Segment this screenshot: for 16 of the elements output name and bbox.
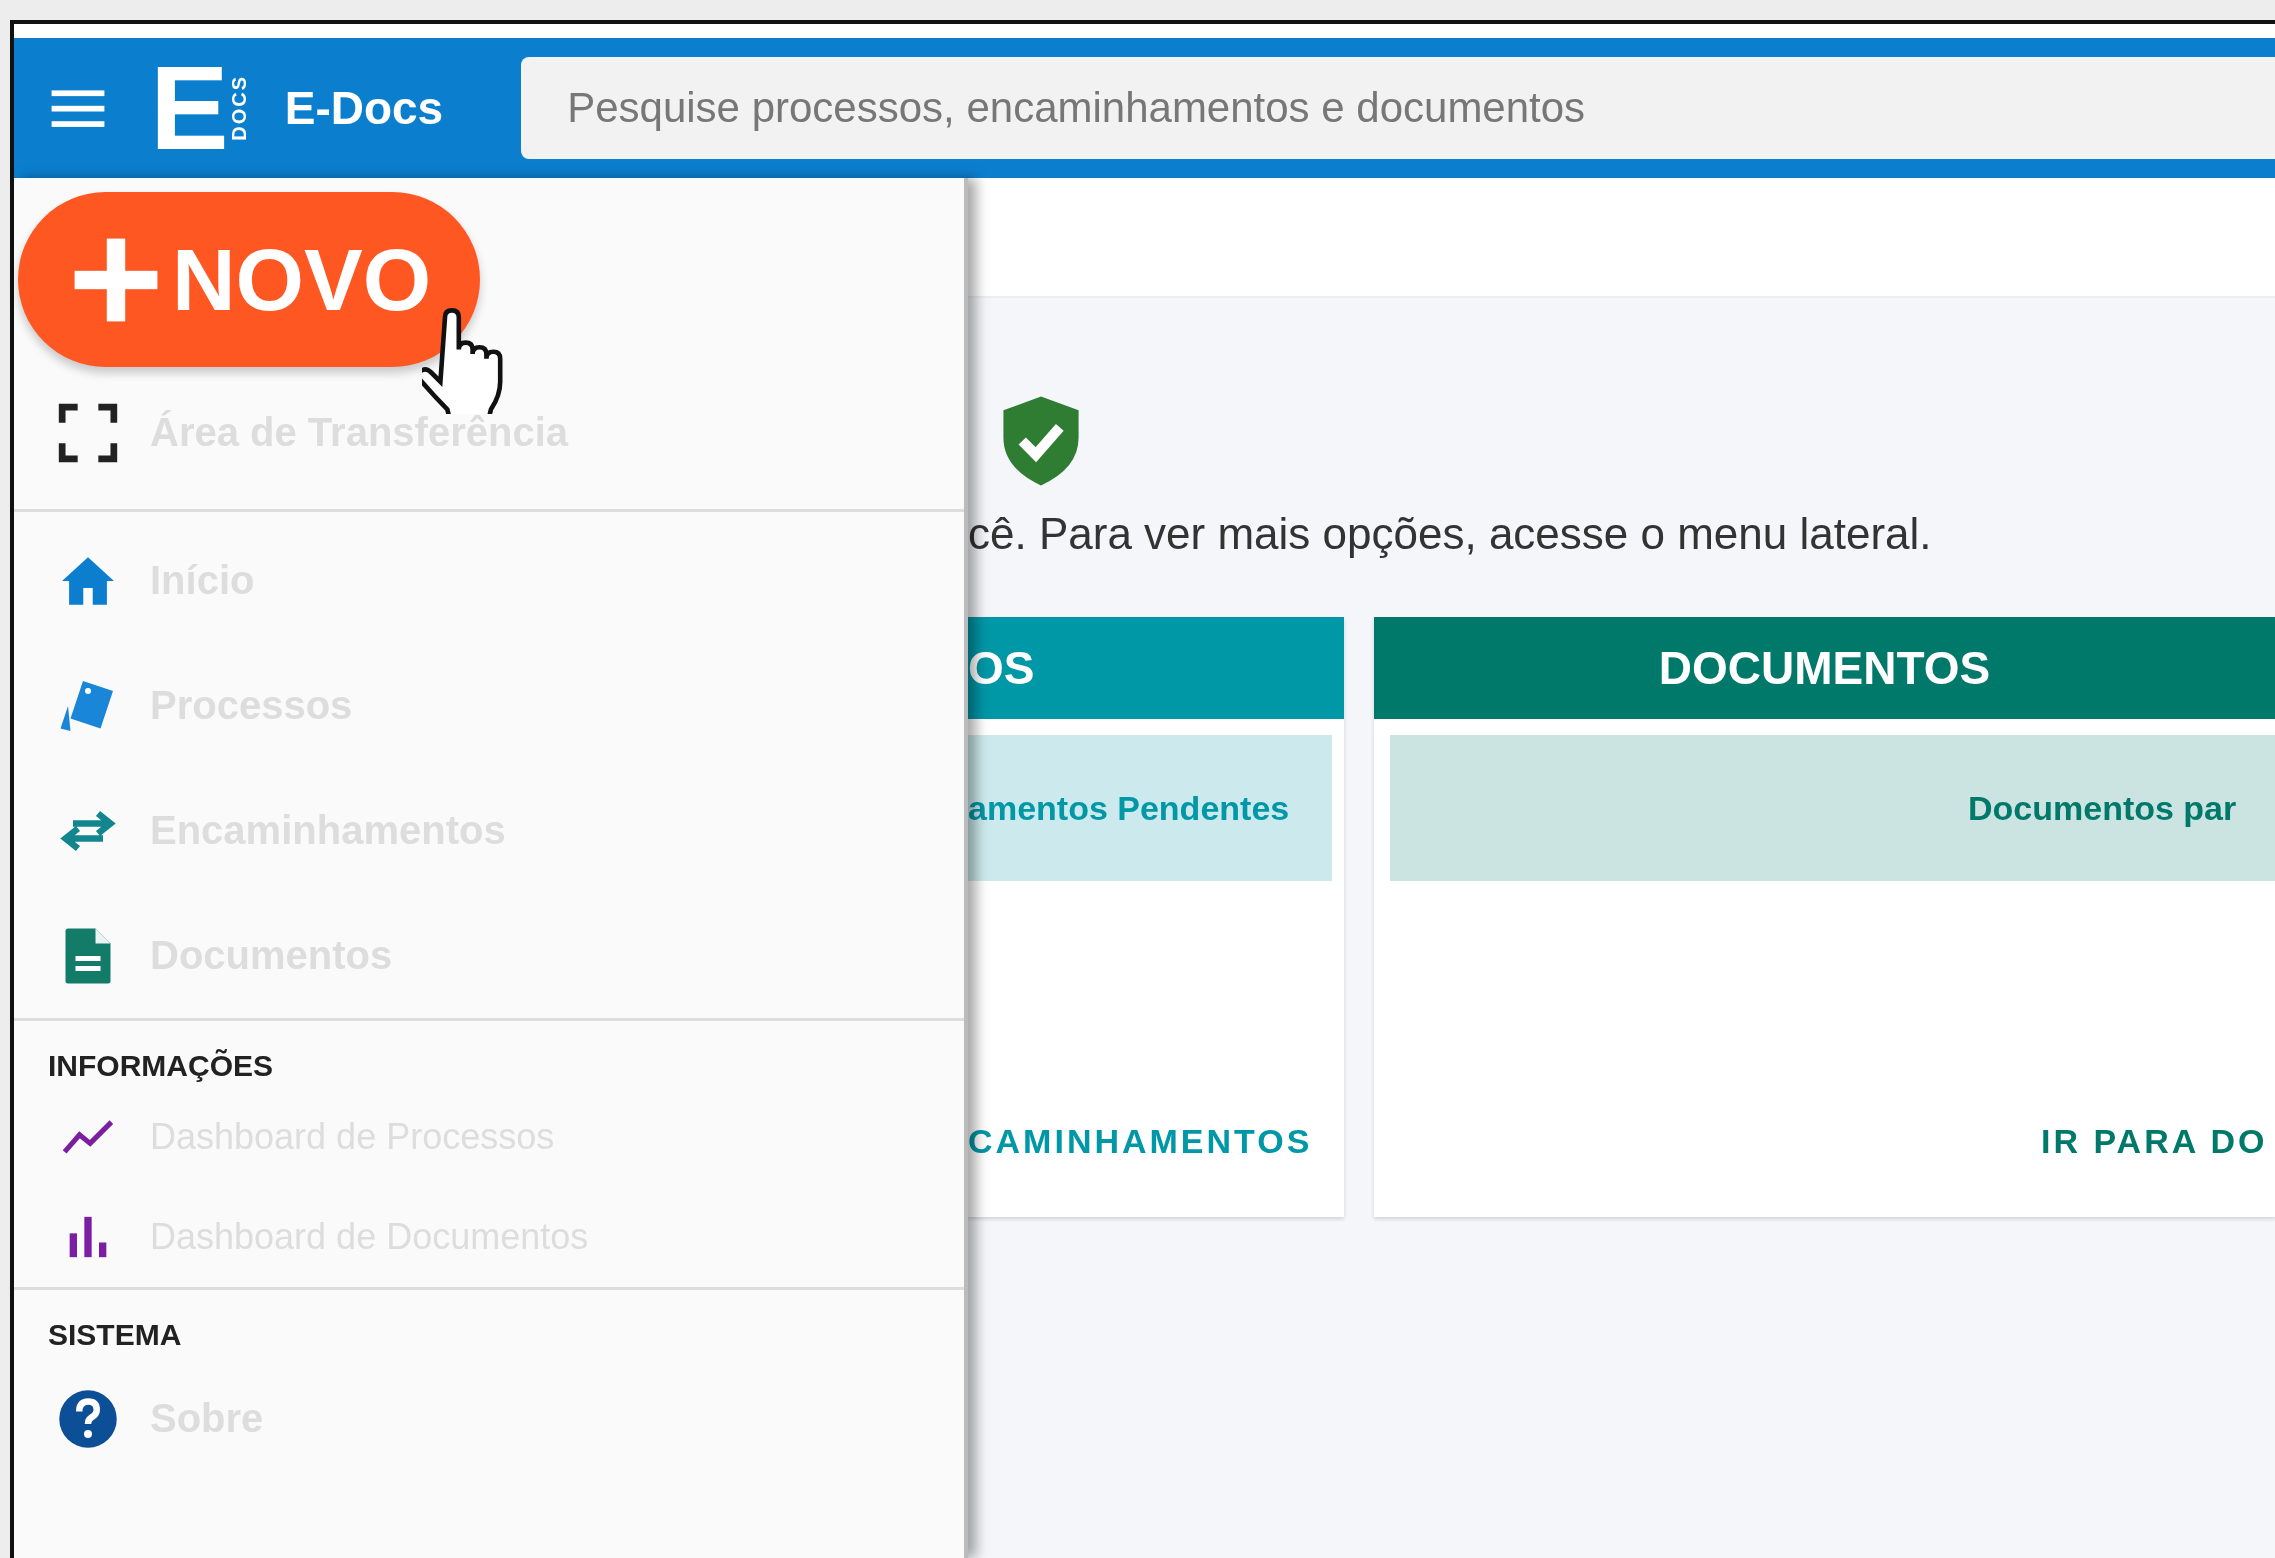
logo-subtext: DOCS (228, 75, 249, 141)
new-button[interactable]: NOVO (18, 192, 480, 367)
card-subtitle: amentos Pendentes (968, 788, 1290, 828)
card-title: OS (968, 641, 1035, 695)
welcome-message: cê. Para ver mais opções, acesse o menu lateral. (968, 509, 1933, 559)
app-name: E-Docs (284, 81, 444, 135)
card-subheader[interactable]: amentos Pendentes (968, 735, 1332, 881)
card-link[interactable]: IR PARA DO (1374, 1122, 2275, 1161)
section-heading: INFORMAÇÕES (47, 1048, 274, 1084)
logo-letter: E (150, 49, 229, 167)
card-subheader[interactable]: Documentos par (1390, 735, 2275, 881)
card-subtitle: Documentos par (1968, 788, 2237, 828)
card-link[interactable]: CAMINHAMENTOS (968, 1122, 1344, 1161)
card-title: DOCUMENTOS (1658, 641, 1991, 695)
search-field[interactable]: Pesquise processos, encaminhamentos e documentos (521, 57, 2275, 159)
section-heading: SISTEMA (47, 1317, 183, 1353)
